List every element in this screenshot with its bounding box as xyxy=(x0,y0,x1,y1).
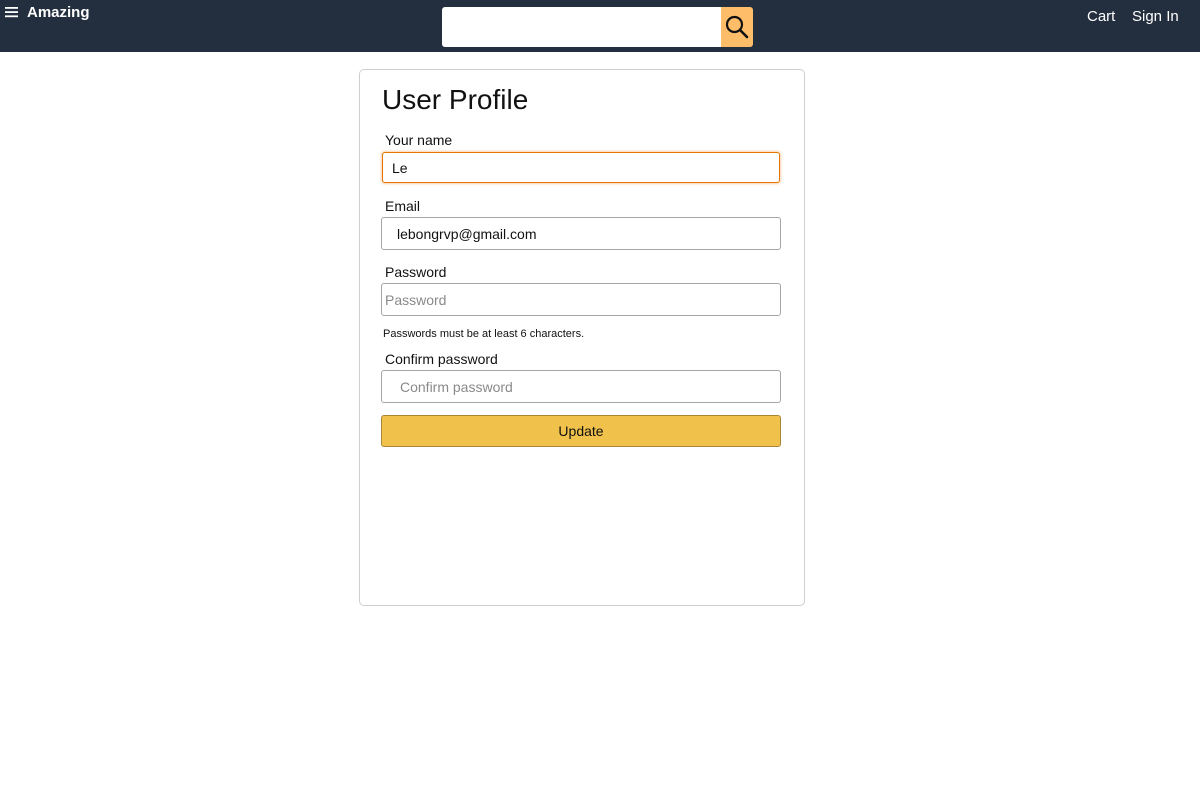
cart-link[interactable]: Cart xyxy=(1087,8,1115,25)
email-field[interactable] xyxy=(381,217,781,250)
confirm-password-label: Confirm password xyxy=(385,351,498,367)
update-button[interactable]: Update xyxy=(381,415,781,447)
brand-menu[interactable]: Amazing xyxy=(5,3,90,21)
profile-card: User Profile Your name Email Password Pa… xyxy=(359,69,805,606)
password-hint: Passwords must be at least 6 characters. xyxy=(383,328,585,340)
name-label: Your name xyxy=(385,132,453,148)
password-label: Password xyxy=(385,264,447,280)
top-navigation-bar: Amazing Cart Sign In xyxy=(0,0,1200,52)
search-input[interactable] xyxy=(442,7,721,47)
sign-in-link[interactable]: Sign In xyxy=(1132,8,1179,25)
email-label: Email xyxy=(385,198,421,214)
search-icon xyxy=(725,15,749,39)
name-field[interactable] xyxy=(382,152,780,183)
page-title: User Profile xyxy=(382,84,529,115)
brand-logo[interactable]: Amazing xyxy=(27,4,90,21)
search-button[interactable] xyxy=(721,7,753,47)
confirm-password-field[interactable] xyxy=(381,370,781,403)
password-field[interactable] xyxy=(381,283,781,316)
search-bar xyxy=(442,7,753,47)
hamburger-icon[interactable] xyxy=(5,6,19,18)
